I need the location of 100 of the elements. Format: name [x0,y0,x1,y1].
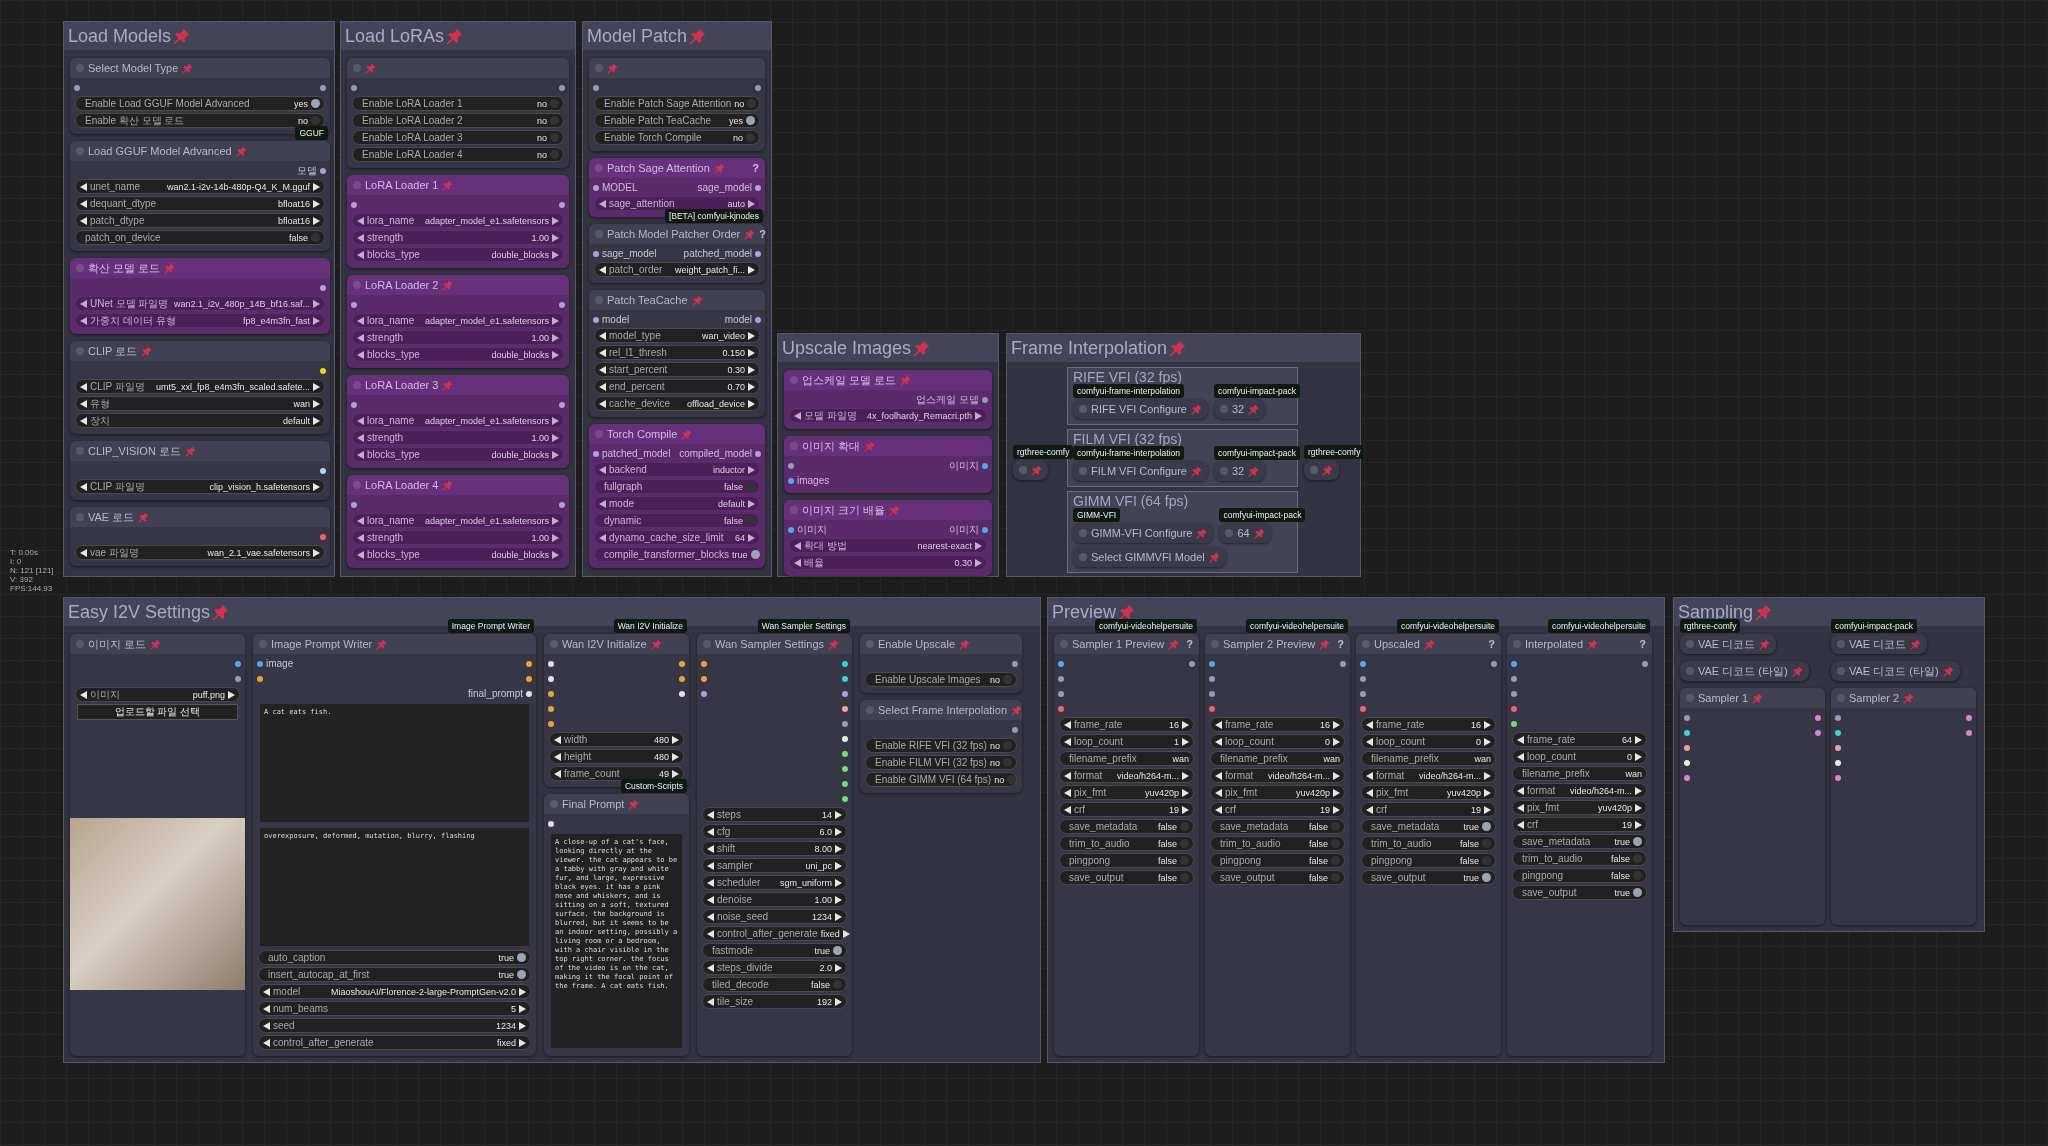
slot-dot[interactable] [548,820,554,827]
right-arrow-icon[interactable] [313,482,320,491]
slot-dot[interactable] [320,284,326,291]
slot-dot[interactable] [548,705,554,712]
left-arrow-icon[interactable] [80,482,87,491]
combo-widget[interactable]: rel_l1_thresh 0.150 [594,345,760,360]
slot-dot[interactable] [1058,660,1064,667]
combo-widget[interactable]: loop_count 0 [1512,749,1647,764]
toggle-knob[interactable] [1633,854,1642,863]
combo-widget[interactable]: num_beams 5 [258,1001,531,1016]
slot-dot[interactable] [559,301,565,308]
toggle-knob[interactable] [746,516,755,525]
group-header[interactable]: Load LoRAs [341,22,575,50]
combo-widget[interactable]: end_percent 0.70 [594,379,760,394]
node-header[interactable]: VAE 로드 [70,507,330,527]
slot-dot[interactable] [842,720,848,727]
collapsed-node[interactable]: Select GIMMVFI Model [1073,547,1226,567]
node-header[interactable]: 업스케일 모델 로드 [784,370,992,390]
toggle-knob[interactable] [1482,856,1491,865]
slot-dot[interactable] [842,750,848,757]
slot-dot[interactable] [982,526,988,533]
collapsed-node[interactable]: 32 [1214,399,1266,419]
node-header[interactable]: Sampler 2 Preview ? [1205,634,1350,654]
text-widget[interactable]: filename_prefix wan [1059,751,1194,766]
slot-dot[interactable] [1684,714,1690,721]
right-arrow-icon[interactable] [748,499,755,508]
toggle-widget[interactable]: trim_to_audio false [1059,836,1194,851]
toggle-widget[interactable]: dynamic false [594,513,760,528]
toggle-knob[interactable] [517,970,526,979]
slot-dot[interactable] [351,501,357,508]
combo-widget[interactable]: crf 19 [1210,802,1345,817]
toggle-knob[interactable] [1633,837,1642,846]
combo-widget[interactable]: unet_name wan2.1-i2v-14b-480p-Q4_K_M.gguf [75,179,325,194]
combo-widget[interactable]: dynamo_cache_size_limit 64 [594,530,760,545]
toggle-widget[interactable]: Enable FILM VFI (32 fps) no [865,755,1017,770]
toggle-widget[interactable]: pingpong false [1059,853,1194,868]
combo-widget[interactable]: dequant_dtype bfloat16 [75,196,325,211]
right-arrow-icon[interactable] [835,997,842,1006]
toggle-widget[interactable]: save_metadata true [1361,819,1496,834]
combo-widget[interactable]: blocks_type double_blocks [352,347,564,362]
slot-dot[interactable] [1642,660,1648,667]
collapsed-node[interactable]: 64 [1219,523,1271,543]
slot-dot[interactable] [1835,759,1841,766]
toggle-knob[interactable] [517,953,526,962]
combo-widget[interactable]: 모델 파일명 4x_foolhardy_Remacri.pth [789,408,987,423]
slot-dot[interactable] [842,660,848,667]
combo-widget[interactable]: frame_rate 16 [1210,717,1345,732]
node-header[interactable]: Torch Compile [589,424,765,444]
toggle-knob[interactable] [1003,741,1012,750]
combo-widget[interactable]: shift 8.00 [702,841,847,856]
node-header[interactable] [589,58,765,78]
help-mark[interactable]: ? [759,228,767,240]
combo-widget[interactable]: lora_name adapter_model_e1.safetensors [352,313,564,328]
toggle-knob[interactable] [1180,856,1189,865]
slot-dot[interactable] [679,675,685,682]
combo-widget[interactable]: 이미지 puff.png [75,687,240,702]
slot-dot[interactable] [679,660,685,667]
slot-dot[interactable] [351,84,357,91]
help-mark[interactable]: ? [1488,638,1495,650]
right-arrow-icon[interactable] [748,465,755,474]
help-mark[interactable]: ? [1186,638,1193,650]
slot-dot[interactable] [526,690,532,697]
slot-dot[interactable] [257,660,263,667]
slot-dot[interactable] [755,84,761,91]
combo-widget[interactable]: lora_name adapter_model_e1.safetensors [352,413,564,428]
toggle-widget[interactable]: tiled_decode false [702,977,847,992]
collapsed-node[interactable] [1013,460,1048,480]
combo-widget[interactable]: patch_order weight_patch_fi... [594,262,760,277]
toggle-knob[interactable] [746,482,755,491]
node-header[interactable]: Sampler 1 Preview ? [1054,634,1199,654]
combo-widget[interactable]: 유형 wan [75,396,325,411]
slot-dot[interactable] [593,250,599,257]
combo-widget[interactable]: strength 1.00 [352,330,564,345]
slot-dot[interactable] [548,720,554,727]
slot-dot[interactable] [1209,705,1215,712]
toggle-knob[interactable] [550,150,559,159]
slot-dot[interactable] [320,533,326,540]
slot-dot[interactable] [1209,660,1215,667]
slot-dot[interactable] [842,795,848,802]
right-arrow-icon[interactable] [748,533,755,542]
toggle-widget[interactable]: save_output false [1059,870,1194,885]
combo-widget[interactable]: loop_count 0 [1361,734,1496,749]
node-header[interactable]: 확산 모델 로드 [70,258,330,278]
help-mark[interactable]: ? [1639,638,1646,650]
slot-dot[interactable] [1835,729,1841,736]
collapsed-node[interactable] [1304,460,1339,480]
toggle-knob[interactable] [1331,856,1340,865]
combo-widget[interactable]: model MiaoshouAI/Florence-2-large-PromptGen-v2.0 [258,984,531,999]
slot-dot[interactable] [1511,720,1517,727]
toggle-knob[interactable] [746,116,755,125]
combo-widget[interactable]: format video/h264-m... [1361,768,1496,783]
combo-widget[interactable]: denoise 1.00 [702,892,847,907]
toggle-widget[interactable]: save_output false [1210,870,1345,885]
toggle-knob[interactable] [1633,871,1642,880]
slot-dot[interactable] [548,675,554,682]
slot-dot[interactable] [1815,729,1821,736]
left-arrow-icon[interactable] [599,199,606,208]
combo-widget[interactable]: strength 1.00 [352,230,564,245]
slot-dot[interactable] [1012,726,1018,733]
node-header[interactable]: LoRA Loader 2 [347,275,569,295]
